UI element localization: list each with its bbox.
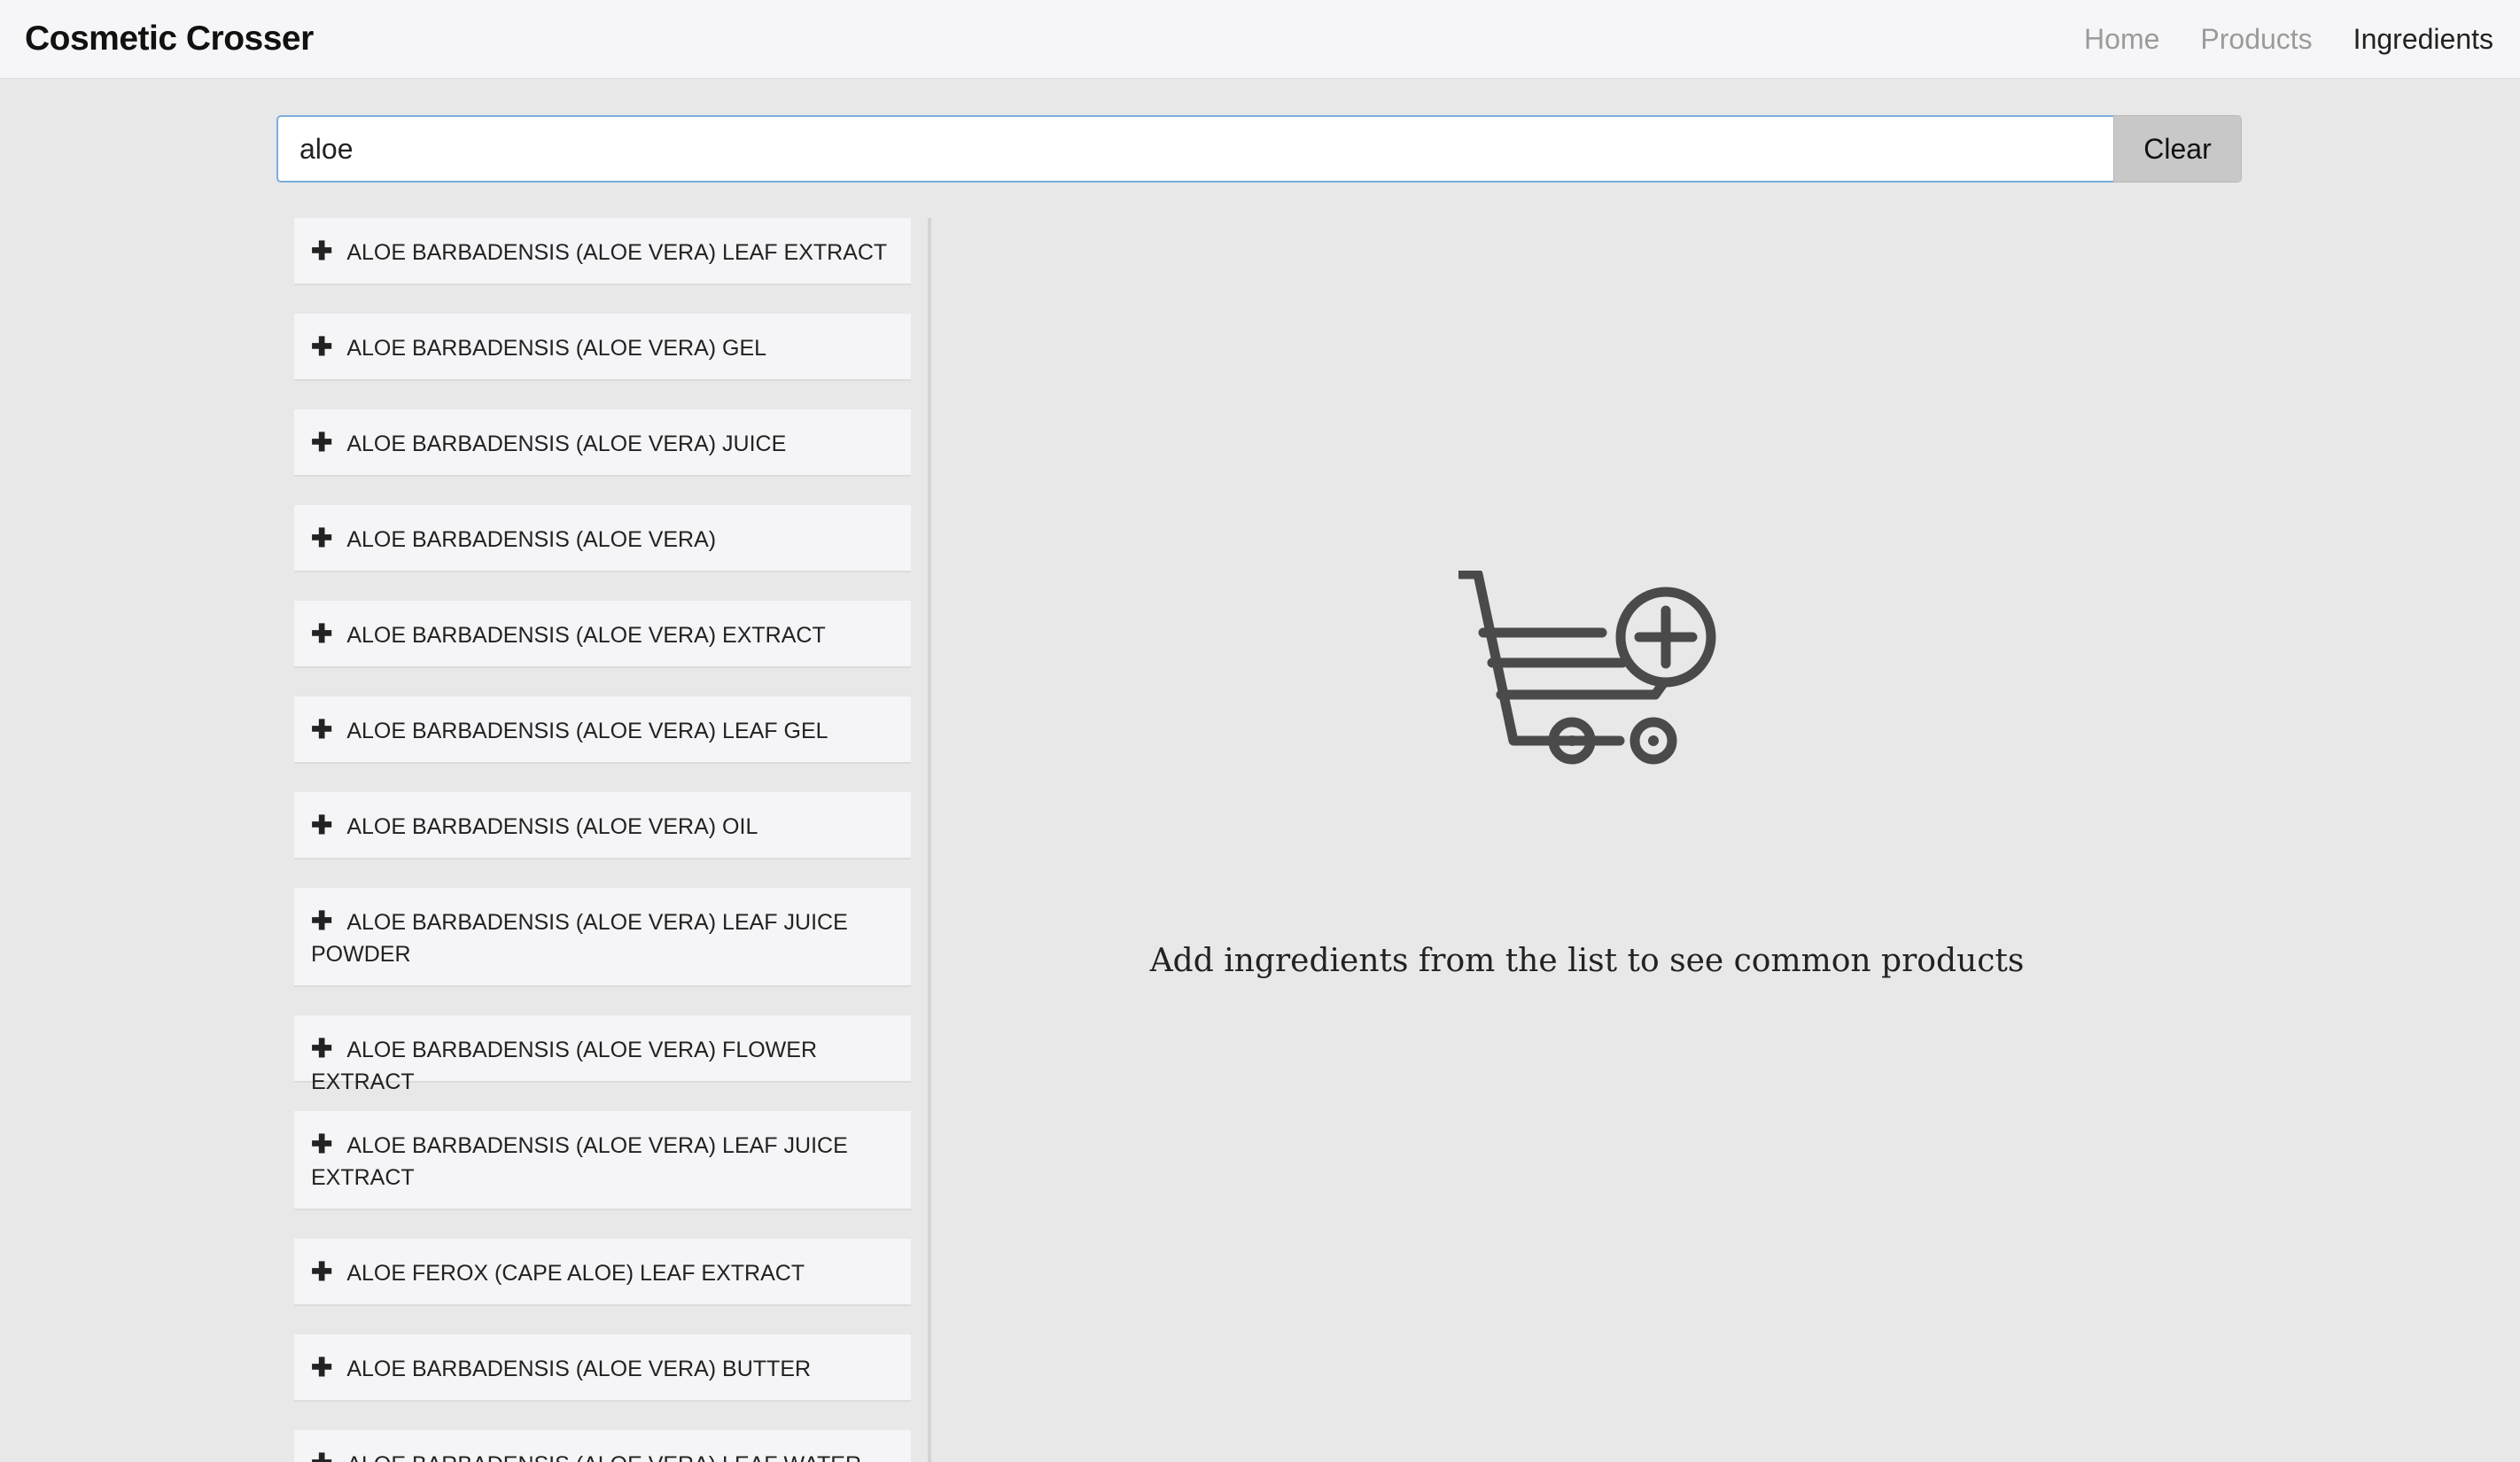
plus-icon: ✚ bbox=[311, 716, 333, 744]
ingredient-item[interactable]: ✚ ALOE BARBADENSIS (ALOE VERA) JUICE bbox=[294, 409, 911, 477]
plus-icon: ✚ bbox=[311, 1035, 333, 1063]
plus-icon: ✚ bbox=[311, 1448, 332, 1462]
ingredient-label: ALOE BARBADENSIS (ALOE VERA) bbox=[346, 527, 717, 552]
empty-state-message: Add ingredients from the list to see com… bbox=[1149, 943, 2025, 979]
plus-icon: ✚ bbox=[311, 333, 333, 362]
plus-icon: ✚ bbox=[311, 429, 333, 457]
ingredient-label: ALOE BARBADENSIS (ALOE VERA) BUTTER bbox=[346, 1357, 812, 1381]
plus-icon: ✚ bbox=[311, 620, 333, 649]
ingredient-item[interactable]: ✚ ALOE FEROX (CAPE ALOE) LEAF EXTRACT bbox=[294, 1239, 911, 1306]
ingredient-label: ALOE BARBADENSIS (ALOE VERA) EXTRACT bbox=[346, 623, 826, 648]
nav-link-ingredients[interactable]: Ingredients bbox=[2353, 20, 2493, 58]
clear-button[interactable]: Clear bbox=[2113, 115, 2242, 183]
ingredient-list: ✚ ALOE BARBADENSIS (ALOE VERA) LEAF EXTRA… bbox=[294, 218, 911, 1462]
ingredient-item[interactable]: ✚ ALOE BARBADENSIS (ALOE VERA) OIL bbox=[294, 792, 911, 859]
plus-icon: ✚ bbox=[311, 525, 333, 553]
plus-icon: ✚ bbox=[311, 812, 333, 840]
ingredient-label: ALOE BARBADENSIS (ALOE VERA) LEAF JUICE … bbox=[311, 1133, 848, 1190]
search-input[interactable] bbox=[276, 115, 2113, 183]
ingredient-label: ALOE BARBADENSIS (ALOE VERA) LEAF WATER bbox=[346, 1452, 861, 1462]
ingredient-item[interactable]: ✚ ALOE BARBADENSIS (ALOE VERA) LEAF JUICE… bbox=[294, 888, 911, 987]
ingredient-item[interactable]: ✚ ALOE BARBADENSIS (ALOE VERA) LEAF EXTRA… bbox=[294, 218, 911, 285]
nav-links: Home Products Ingredients bbox=[2084, 20, 2493, 58]
ingredient-label: ALOE FEROX (CAPE ALOE) LEAF EXTRACT bbox=[346, 1261, 805, 1286]
ingredient-label: ALOE BARBADENSIS (ALOE VERA) GEL bbox=[346, 336, 767, 361]
ingredient-item[interactable]: ✚ ALOE BARBADENSIS (ALOE VERA) FLOWER EXT… bbox=[294, 1015, 911, 1094]
ingredient-label: ALOE BARBADENSIS (ALOE VERA) LEAF GEL bbox=[346, 719, 828, 743]
ingredient-item[interactable]: ✚ ALOE BARBADENSIS (ALOE VERA) LEAF GEL bbox=[294, 696, 911, 764]
search-bar: Clear bbox=[276, 115, 2242, 183]
ingredient-label: ALOE BARBADENSIS (ALOE VERA) LEAF EXTRAC… bbox=[346, 240, 888, 265]
plus-icon: ✚ bbox=[311, 907, 333, 936]
ingredient-item[interactable]: ✚ ALOE BARBADENSIS (ALOE VERA) BUTTER bbox=[294, 1334, 911, 1402]
nav-link-products[interactable]: Products bbox=[2200, 20, 2312, 58]
ingredient-item[interactable]: ✚ ALOE BARBADENSIS (ALOE VERA) LEAF JUICE… bbox=[294, 1111, 911, 1210]
brand-title[interactable]: Cosmetic Crosser bbox=[25, 18, 314, 60]
ingredient-item[interactable]: ✚ ALOE BARBADENSIS (ALOE VERA) bbox=[294, 505, 911, 572]
plus-icon: ✚ bbox=[311, 1131, 333, 1159]
navbar: Cosmetic Crosser Home Products Ingredien… bbox=[0, 0, 2520, 79]
cart-add-icon bbox=[1458, 571, 1716, 765]
ingredient-item[interactable]: ✚ ALOE BARBADENSIS (ALOE VERA) LEAF WATER bbox=[294, 1430, 911, 1462]
plus-icon: ✚ bbox=[311, 1258, 333, 1287]
ingredient-item[interactable]: ✚ ALOE BARBADENSIS (ALOE VERA) GEL bbox=[294, 314, 911, 381]
ingredient-item[interactable]: ✚ ALOE BARBADENSIS (ALOE VERA) EXTRACT bbox=[294, 601, 911, 668]
ingredient-label: ALOE BARBADENSIS (ALOE VERA) LEAF JUICE … bbox=[311, 910, 848, 967]
plus-icon: ✚ bbox=[311, 1354, 333, 1382]
ingredient-label: ALOE BARBADENSIS (ALOE VERA) FLOWER EXTR… bbox=[311, 1038, 818, 1094]
ingredient-label: ALOE BARBADENSIS (ALOE VERA) JUICE bbox=[346, 432, 787, 456]
plus-icon: ✚ bbox=[311, 237, 333, 266]
empty-state: Add ingredients from the list to see com… bbox=[931, 218, 2243, 1104]
nav-link-home[interactable]: Home bbox=[2084, 20, 2159, 58]
ingredient-label: ALOE BARBADENSIS (ALOE VERA) OIL bbox=[346, 814, 758, 839]
